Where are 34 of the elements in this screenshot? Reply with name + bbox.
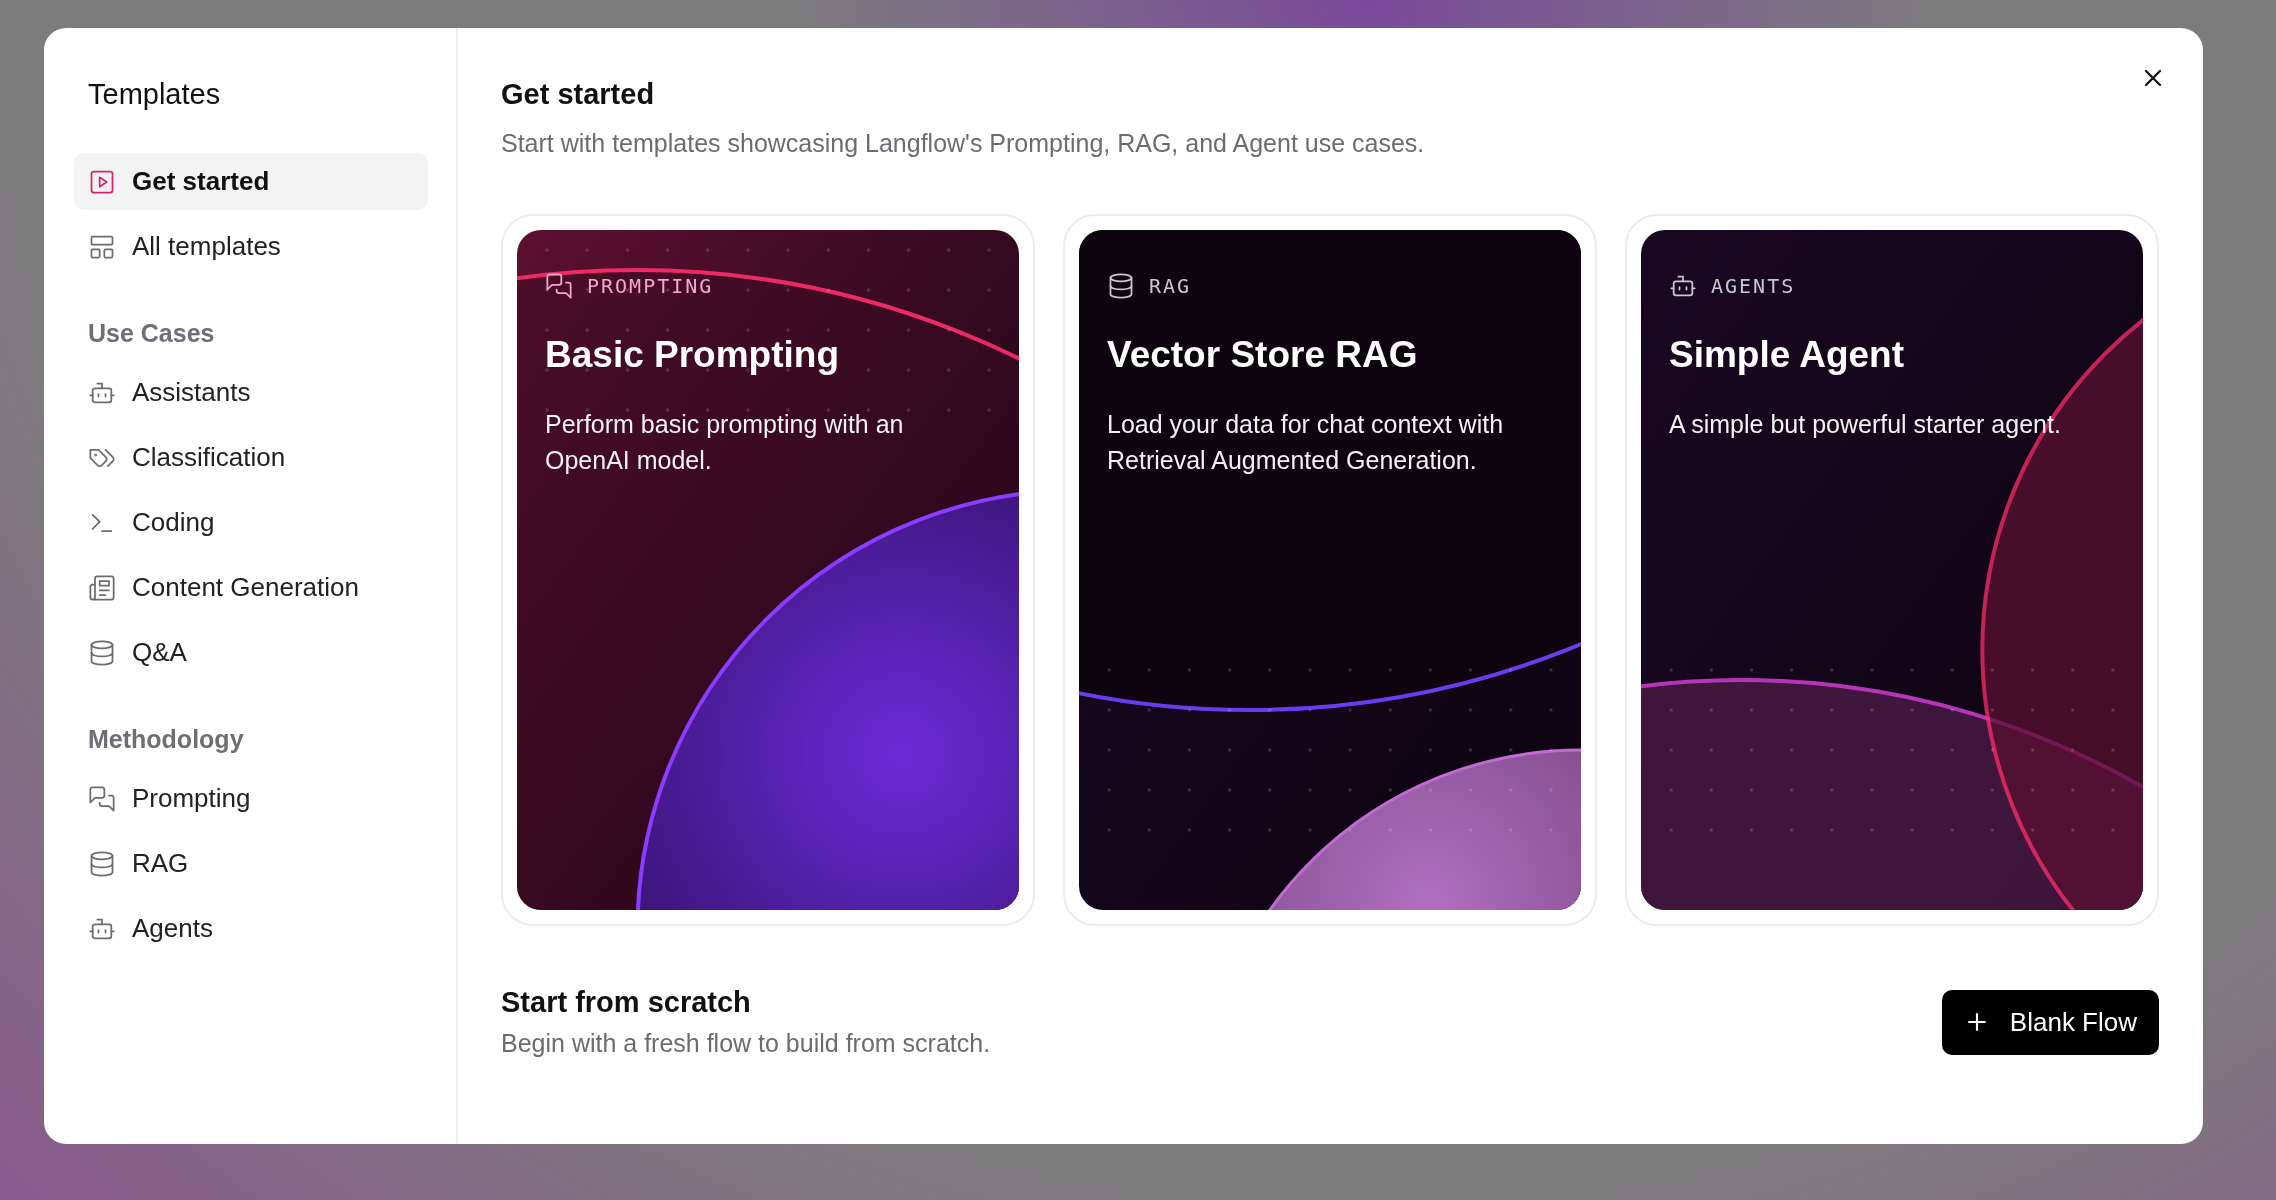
sidebar-item[interactable]: RAG xyxy=(74,835,428,892)
blank-flow-button[interactable]: Blank Flow xyxy=(1941,989,2159,1055)
sidebar-item[interactable]: Content Generation xyxy=(74,559,428,616)
section-heading: Use Cases xyxy=(87,318,216,349)
section-heading: Methodology xyxy=(87,724,245,755)
sidebar-item[interactable]: Classification xyxy=(74,429,428,486)
chat-bubbles-icon xyxy=(545,272,573,300)
card-description: Perform basic prompting with an OpenAI model. xyxy=(545,409,905,476)
sidebar-item[interactable]: Q&A xyxy=(74,624,428,681)
section-subtitle: Begin with a fresh flow to build from scratch. xyxy=(501,1029,991,1058)
card-title: Basic Prompting xyxy=(545,334,840,376)
sidebar-item[interactable]: Agents xyxy=(74,900,428,957)
card-title: Vector Store RAG xyxy=(1107,334,1419,376)
sidebar-title: Templates xyxy=(88,78,222,111)
template-card[interactable]: RAG Vector Store RAG Load your data for chat context with Retrieval Augmented Generation. xyxy=(1063,214,1597,926)
card-description: Load your data for chat context with Retrieval Augmented Generation. xyxy=(1107,409,1505,476)
card-tag: PROMPTING xyxy=(587,274,714,298)
sidebar-item[interactable]: All templates xyxy=(74,218,428,275)
database-icon xyxy=(88,638,116,667)
sidebar-item[interactable]: Assistants xyxy=(74,364,428,421)
template-card[interactable]: PROMPTING Basic Prompting Perform basic prompting with an OpenAI model. xyxy=(501,214,1035,926)
database-icon xyxy=(1107,272,1135,300)
sidebar-item[interactable]: Get started xyxy=(74,153,428,210)
card-tag: RAG xyxy=(1149,274,1192,298)
page-subtitle: Start with templates showcasing Langflow's Prompting, RAG, and Agent use cases. xyxy=(501,129,1426,158)
sidebar-item[interactable]: Coding xyxy=(74,494,428,551)
newspaper-icon xyxy=(88,573,116,602)
card-tag: AGENTS xyxy=(1711,274,1796,298)
section-title: Start from scratch xyxy=(501,986,752,1019)
card-title: Simple Agent xyxy=(1669,334,1906,376)
sidebar-item[interactable]: Prompting xyxy=(74,770,428,827)
page-title: Get started xyxy=(501,78,656,111)
database-icon xyxy=(88,849,116,878)
chat-bubbles-icon xyxy=(88,784,116,813)
